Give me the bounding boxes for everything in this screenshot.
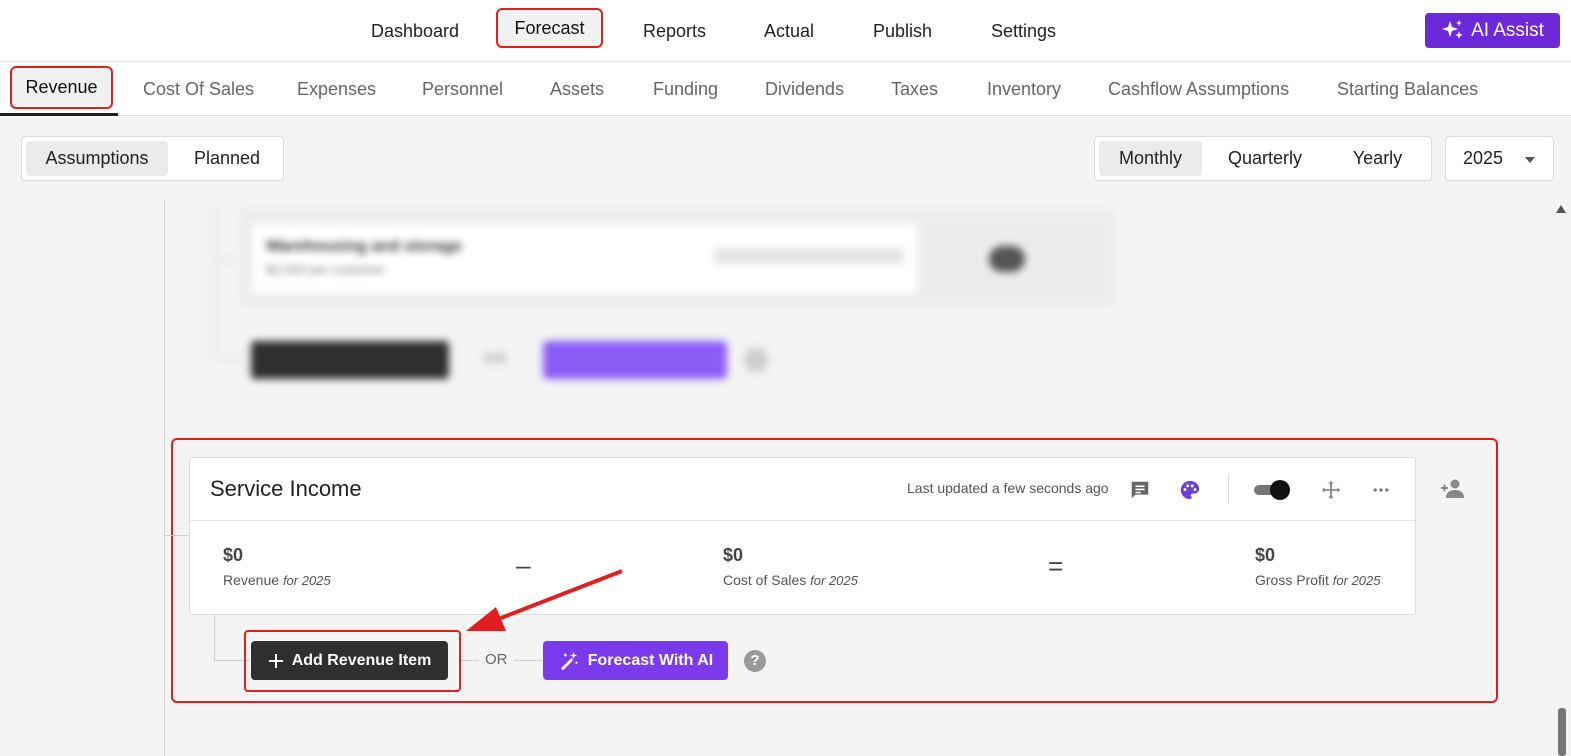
tab-cost-of-sales[interactable]: Cost Of Sales	[143, 63, 254, 116]
card-header: Service Income Last updated a few second…	[190, 458, 1415, 521]
tab-assets[interactable]: Assets	[550, 63, 604, 116]
last-updated-text: Last updated a few seconds ago	[907, 480, 1109, 496]
tab-funding[interactable]: Funding	[653, 63, 718, 116]
more-options-icon[interactable]	[1369, 478, 1393, 502]
tab-expenses[interactable]: Expenses	[297, 63, 376, 116]
blurred-item-title: Warehousing and storage	[266, 238, 462, 255]
tab-taxes[interactable]: Taxes	[891, 63, 938, 116]
nav-reports[interactable]: Reports	[643, 0, 706, 62]
toggle-switch[interactable]	[1252, 478, 1292, 502]
comment-icon[interactable]	[1128, 478, 1152, 502]
add-revenue-item-label: Add Revenue Item	[291, 651, 432, 669]
gross-profit-label: Gross Profit for 2025	[1255, 572, 1381, 588]
nav-dashboard[interactable]: Dashboard	[371, 0, 459, 62]
sub-tabs: Revenue Cost Of Sales Expenses Personnel…	[0, 63, 1571, 116]
mode-toggle: Assumptions Planned	[21, 136, 284, 181]
tab-inventory[interactable]: Inventory	[987, 63, 1061, 116]
assumptions-toggle[interactable]: Assumptions	[26, 141, 168, 176]
gross-profit-value: $0	[1255, 545, 1276, 565]
add-person-icon[interactable]	[1440, 477, 1466, 501]
equals-operator: =	[1048, 551, 1064, 581]
nav-actual[interactable]: Actual	[764, 0, 814, 62]
year-select[interactable]: 2025	[1445, 136, 1554, 181]
blurred-item-subtitle: $2,000 per customer	[266, 262, 386, 277]
nav-publish[interactable]: Publish	[873, 0, 932, 62]
header-divider	[1228, 474, 1229, 504]
tree-connector-vertical	[214, 615, 215, 661]
or-divider-left	[461, 660, 479, 661]
forecast-with-ai-label: Forecast With AI	[587, 651, 714, 669]
blurred-previous-section: Warehousing and storage $2,000 per custo…	[214, 208, 1114, 379]
tab-dividends[interactable]: Dividends	[765, 63, 844, 116]
planned-toggle[interactable]: Planned	[172, 141, 282, 176]
forecast-with-ai-button[interactable]: Forecast With AI	[543, 641, 728, 680]
ai-assist-label: AI Assist	[1471, 19, 1544, 41]
card-title[interactable]: Service Income	[210, 476, 362, 502]
cost-of-sales-label: Cost of Sales for 2025	[723, 572, 858, 588]
monthly-toggle[interactable]: Monthly	[1099, 141, 1202, 176]
quarterly-toggle[interactable]: Quarterly	[1210, 141, 1320, 176]
help-icon[interactable]: ?	[744, 650, 766, 672]
top-navigation: Dashboard Forecast Reports Actual Publis…	[0, 0, 1571, 62]
tree-line	[164, 200, 165, 756]
palette-icon[interactable]	[1178, 478, 1202, 502]
move-icon[interactable]	[1319, 478, 1343, 502]
ai-assist-button[interactable]: AI Assist	[1425, 13, 1560, 48]
revenue-value: $0	[223, 545, 244, 565]
yearly-toggle[interactable]: Yearly	[1325, 141, 1430, 176]
magic-wand-icon	[560, 651, 578, 670]
tree-connector	[164, 535, 189, 536]
tab-personnel[interactable]: Personnel	[422, 63, 503, 116]
nav-settings[interactable]: Settings	[991, 0, 1056, 62]
year-value: 2025	[1463, 148, 1504, 168]
sparkles-icon	[1442, 19, 1464, 39]
tab-revenue[interactable]: Revenue	[10, 66, 113, 109]
chevron-down-icon	[1525, 157, 1535, 163]
scroll-up-icon[interactable]	[1556, 205, 1566, 213]
or-text: OR	[485, 651, 508, 668]
plus-icon	[268, 653, 283, 668]
add-revenue-item-button[interactable]: Add Revenue Item	[251, 641, 448, 680]
nav-forecast[interactable]: Forecast	[496, 8, 603, 48]
tab-cashflow-assumptions[interactable]: Cashflow Assumptions	[1108, 63, 1289, 116]
tab-starting-balances[interactable]: Starting Balances	[1337, 63, 1478, 116]
revenue-label: Revenue for 2025	[223, 572, 331, 588]
scrollbar-thumb[interactable]	[1558, 708, 1566, 756]
active-tab-underline	[0, 113, 118, 116]
revenue-stream-card: Service Income Last updated a few second…	[189, 457, 1416, 615]
annotation-arrow	[466, 569, 623, 631]
or-divider-right	[514, 660, 542, 661]
period-toggle: Monthly Quarterly Yearly	[1094, 136, 1432, 181]
cost-of-sales-value: $0	[723, 545, 744, 565]
